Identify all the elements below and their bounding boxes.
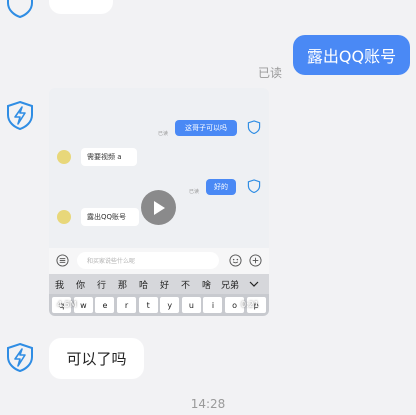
candidate: 你 — [75, 280, 85, 291]
video-keyboard: 和买家说些什么呢 我 你 行 那 哈 好 不 啥 兄弟 q w e r t y … — [49, 248, 269, 316]
received-message-bubble[interactable]: 可以了吗 — [49, 338, 144, 379]
video-message[interactable]: 这哥子可以吗 已读 需要视频 a 好的 已读 露出QQ账号 和买家说些什么呢 我… — [49, 88, 269, 316]
video-chat-recv-bubble: 露出QQ账号 — [81, 208, 139, 226]
key: y — [160, 297, 180, 313]
video-duration: 0:21 — [241, 300, 259, 309]
key: e — [95, 297, 115, 313]
video-chat-read: 已读 — [158, 131, 169, 137]
candidate: 我 — [54, 280, 64, 291]
key: r — [117, 297, 137, 313]
sent-message-text: 露出QQ账号 — [306, 47, 397, 66]
read-status: 已读 — [258, 66, 283, 80]
video-input-bar: 和买家说些什么呢 — [49, 248, 269, 274]
lightning-shield-icon — [247, 120, 261, 134]
lightning-shield-icon — [7, 342, 33, 372]
key: t — [138, 297, 158, 313]
sent-message-bubble[interactable]: 露出QQ账号 — [293, 35, 410, 75]
received-message-text: 可以了吗 — [66, 350, 127, 368]
message-bubble-partial — [49, 0, 113, 14]
candidate-row: 我 你 行 那 哈 好 不 啥 兄弟 — [49, 274, 269, 294]
chevron-down-icon — [249, 281, 259, 287]
lightning-shield-icon — [7, 0, 33, 18]
play-icon — [153, 200, 165, 215]
key: i — [203, 297, 223, 313]
candidate: 啥 — [201, 280, 211, 291]
lightning-shield-icon — [7, 100, 33, 130]
video-chat-sent-bubble: 好的 — [206, 179, 236, 195]
candidate: 那 — [117, 280, 127, 291]
video-input-field: 和买家说些什么呢 — [77, 252, 219, 269]
candidate: 行 — [96, 280, 106, 291]
video-chat-recv-bubble: 需要视频 a — [81, 148, 137, 166]
candidate: 兄弟 — [220, 280, 239, 291]
play-button[interactable] — [141, 190, 176, 225]
candidate: 不 — [180, 280, 190, 291]
candidate: 好 — [159, 280, 169, 291]
video-chat-avatar — [57, 210, 71, 224]
video-chat-read: 已读 — [189, 189, 200, 195]
key-row: q w e r t y u i o p — [49, 294, 269, 316]
emoji-icon — [229, 254, 242, 267]
message-timestamp: 14:28 — [190, 397, 226, 411]
video-chat-avatar — [57, 150, 71, 164]
plus-icon — [249, 254, 262, 267]
candidate: 哈 — [138, 280, 148, 291]
key: u — [181, 297, 201, 313]
video-chat-sent-bubble: 这哥子可以吗 — [175, 120, 237, 136]
menu-icon — [56, 254, 69, 267]
video-size: 4.5M — [57, 300, 77, 309]
lightning-shield-icon — [247, 179, 261, 193]
